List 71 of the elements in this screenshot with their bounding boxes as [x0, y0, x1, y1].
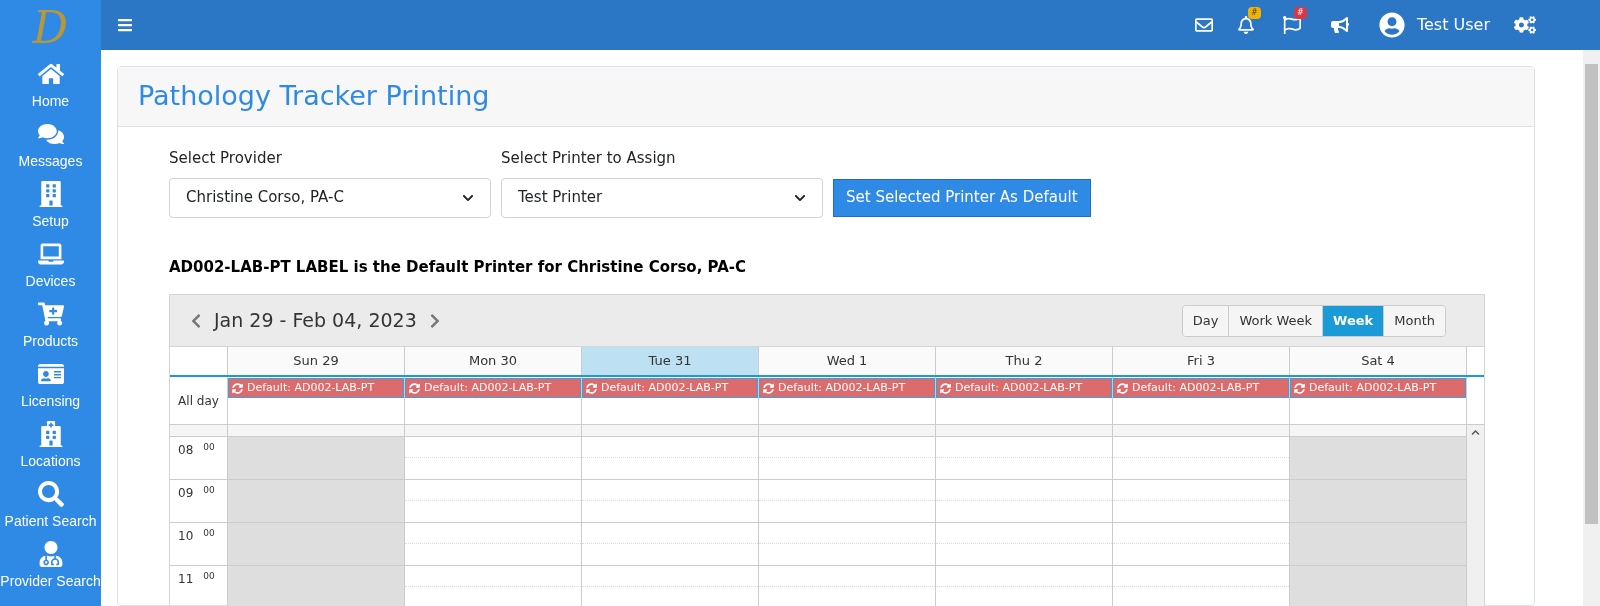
scrollbar[interactable]	[1583, 50, 1600, 606]
cart-icon	[37, 300, 64, 327]
recurrence-icon	[232, 382, 243, 394]
building-icon	[37, 180, 64, 207]
field-label: Select Printer to Assign	[501, 148, 677, 169]
view-tab[interactable]: Work Week	[1228, 305, 1323, 336]
sidebar-item[interactable]: Patient Search	[0, 476, 101, 536]
calendar-event[interactable]: Default: AD002-LAB-PT	[1290, 378, 1466, 398]
minute-label: 00	[203, 484, 215, 497]
minute-label: 00	[203, 527, 215, 540]
select-field[interactable]: Test Printer	[501, 177, 823, 218]
recurrence-icon	[1117, 382, 1128, 394]
set-default-button[interactable]: Set Selected Printer As Default	[833, 178, 1091, 217]
doctor-icon	[37, 540, 64, 567]
day-header: Sun 29	[228, 347, 405, 375]
day-header: Sat 4	[1290, 347, 1467, 375]
sidebar-item[interactable]: Home	[0, 56, 101, 116]
sidebar-item[interactable]: Products	[0, 296, 101, 356]
field-label: Select Provider	[169, 148, 283, 169]
scrollbar-track[interactable]	[1467, 425, 1484, 606]
select-field[interactable]: Christine Corso, PA-C	[169, 177, 491, 218]
hour-label: 08	[178, 442, 194, 459]
recurrence-icon	[409, 382, 420, 394]
menu-icon[interactable]	[117, 17, 133, 33]
avatar-icon[interactable]	[1378, 12, 1405, 38]
minute-label: 00	[203, 570, 215, 583]
hospital-icon	[37, 420, 64, 447]
calendar-event[interactable]: Default: AD002-LAB-PT	[936, 378, 1112, 398]
search-icon	[37, 480, 64, 507]
calendar-event[interactable]: Default: AD002-LAB-PT	[228, 378, 404, 398]
bell-icon[interactable]	[1236, 16, 1255, 34]
hour-label: 11	[178, 571, 194, 588]
notification-badge: #	[1247, 7, 1261, 19]
calendar-event[interactable]: Default: AD002-LAB-PT	[582, 378, 758, 398]
settings-icon[interactable]	[1514, 14, 1536, 36]
sidebar-item[interactable]: Messages	[0, 116, 101, 176]
scroll-up-icon[interactable]	[1471, 428, 1480, 437]
megaphone-icon[interactable]	[1330, 16, 1349, 34]
recurrence-icon	[1294, 382, 1305, 394]
calendar-event[interactable]: Default: AD002-LAB-PT	[759, 378, 935, 398]
page-title: Pathology Tracker Printing	[138, 79, 490, 114]
previous-icon[interactable]	[190, 312, 202, 329]
recurrence-icon	[940, 382, 951, 394]
sidebar-item[interactable]: Provider Search	[0, 536, 101, 596]
all-day-label: All day	[178, 392, 219, 410]
recurrence-icon	[763, 382, 774, 394]
day-header: Tue 31	[582, 347, 759, 375]
sidebar-item[interactable]: Licensing	[0, 356, 101, 416]
day-header: Thu 2	[936, 347, 1113, 375]
calendar-event[interactable]: Default: AD002-LAB-PT	[1113, 378, 1289, 398]
default-printer-message: AD002-LAB-PT LABEL is the Default Printer for Christine Corso, PA-C	[169, 256, 747, 278]
next-icon[interactable]	[428, 312, 441, 329]
view-tab[interactable]: Day	[1182, 305, 1229, 336]
minute-label: 00	[203, 441, 215, 454]
sidebar-item[interactable]: Devices	[0, 236, 101, 296]
recurrence-icon	[586, 382, 597, 394]
day-header: Wed 1	[759, 347, 936, 375]
sidebar-item[interactable]: Setup	[0, 176, 101, 236]
sidebar-item[interactable]: Locations	[0, 416, 101, 476]
flag-badge: #	[1293, 7, 1307, 19]
user-name[interactable]: Test User	[1416, 13, 1490, 37]
calendar-event[interactable]: Default: AD002-LAB-PT	[405, 378, 581, 398]
view-tab[interactable]: Month	[1383, 305, 1445, 336]
hour-label: 10	[178, 528, 194, 545]
day-header: Fri 3	[1113, 347, 1290, 375]
day-header: Mon 30	[405, 347, 582, 375]
flag-icon[interactable]	[1282, 16, 1301, 34]
view-tab[interactable]: Week	[1322, 305, 1384, 336]
hour-label: 09	[178, 485, 194, 502]
date-range: Jan 29 - Feb 04, 2023	[214, 308, 417, 334]
envelope-icon[interactable]	[1194, 16, 1213, 34]
